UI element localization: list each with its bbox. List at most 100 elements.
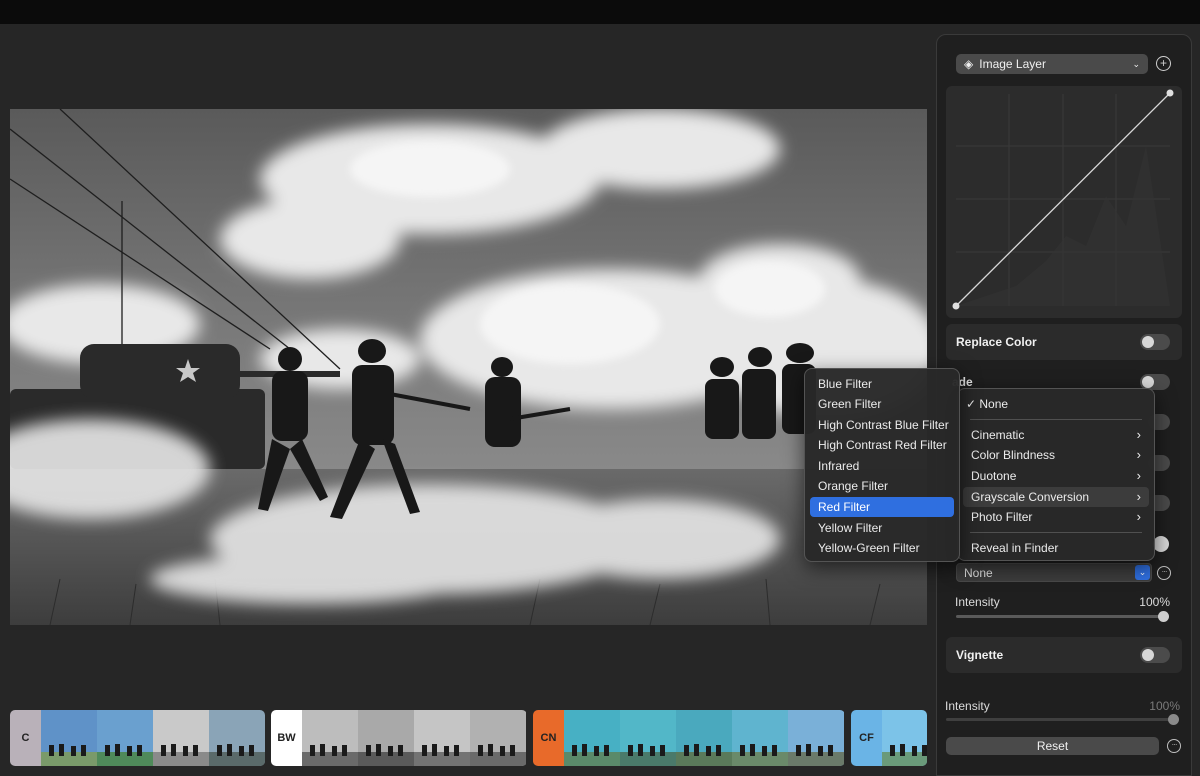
chevron-right-icon: › <box>1136 489 1141 504</box>
intensity-row-2: Intensity 100% <box>945 699 1180 713</box>
preset-group-c[interactable]: C <box>10 710 265 766</box>
submenu-item-high-contrast-blue-filter[interactable]: High Contrast Blue Filter <box>810 415 954 435</box>
submenu-item-infrared[interactable]: Infrared <box>810 456 954 476</box>
vignette-toggle[interactable] <box>1140 647 1170 663</box>
photo-image <box>10 109 927 625</box>
preset-thumbnail[interactable] <box>414 710 470 766</box>
layer-select-label: Image Layer <box>979 57 1046 71</box>
slider-knob[interactable] <box>1158 611 1169 622</box>
thumbnail-figures <box>364 742 408 756</box>
chevron-right-icon: › <box>1136 427 1141 442</box>
thumbnail-figures <box>682 742 726 756</box>
reset-more-button[interactable]: ··· <box>1167 739 1181 753</box>
thumbnail-figures <box>476 742 520 756</box>
menu-item-none[interactable]: ✓ None <box>963 394 1149 414</box>
chevron-right-icon: › <box>1136 468 1141 483</box>
add-layer-button[interactable]: + <box>1156 56 1171 71</box>
preset-thumbnail[interactable] <box>882 710 927 766</box>
preset-group-cn[interactable]: CN <box>533 710 845 766</box>
menu-item-grayscale-conversion[interactable]: Grayscale Conversion › <box>963 487 1149 507</box>
preset-thumbnail[interactable] <box>620 710 676 766</box>
menu-separator <box>970 532 1142 533</box>
menu-item-reveal-in-finder[interactable]: Reveal in Finder <box>963 538 1149 558</box>
preset-thumbnail[interactable] <box>470 710 526 766</box>
curves-graph <box>952 89 1174 310</box>
lut-select[interactable]: None ⌄ <box>956 563 1152 582</box>
chevron-down-icon: ⌄ <box>1135 565 1150 580</box>
submenu-item-high-contrast-red-filter[interactable]: High Contrast Red Filter <box>810 435 954 455</box>
preset-thumbnail[interactable] <box>788 710 844 766</box>
menu-item-label: Photo Filter <box>971 510 1033 524</box>
thumbnail-figures <box>215 742 259 756</box>
submenu-item-yellow-green-filter[interactable]: Yellow-Green Filter <box>810 538 954 558</box>
curve-point-end[interactable] <box>1166 89 1174 97</box>
curves-editor[interactable] <box>946 86 1182 318</box>
submenu-item-red-filter[interactable]: Red Filter <box>810 497 954 517</box>
slider-knob-2[interactable] <box>1168 714 1179 725</box>
preset-thumbnail[interactable] <box>41 710 97 766</box>
preset-thumbnail[interactable] <box>564 710 620 766</box>
menu-item-label: Color Blindness <box>971 448 1056 462</box>
lut-select-value: None <box>964 566 993 580</box>
preset-tag: CN <box>533 710 564 766</box>
thumbnail-figures <box>47 742 91 756</box>
chevron-down-icon: ⌄ <box>1132 58 1140 69</box>
vignette-label: Vignette <box>956 648 1004 662</box>
layer-select[interactable]: ◈ Image Layer ⌄ <box>956 54 1148 74</box>
menu-item-label: Reveal in Finder <box>971 541 1059 555</box>
intensity-value-2: 100% <box>1149 699 1180 713</box>
menu-item-photo-filter[interactable]: Photo Filter › <box>963 507 1149 527</box>
intensity-value: 100% <box>1139 595 1170 609</box>
intensity-label: Intensity <box>955 595 1000 609</box>
preset-tag: C <box>10 710 41 766</box>
vignette-section: Vignette <box>946 637 1182 673</box>
menu-item-label: Grayscale Conversion <box>971 490 1090 504</box>
replace-color-section: Replace Color <box>946 324 1182 360</box>
intensity-slider[interactable] <box>956 611 1169 622</box>
curve-point-start[interactable] <box>952 302 960 310</box>
window-titlebar <box>0 0 1200 24</box>
preset-thumbnail[interactable] <box>302 710 358 766</box>
lut-more-button[interactable]: ··· <box>1157 566 1171 580</box>
preset-tag: CF <box>851 710 882 766</box>
thumbnail-figures <box>420 742 464 756</box>
preset-tag: BW <box>271 710 302 766</box>
menu-item-color-blindness[interactable]: Color Blindness › <box>963 445 1149 465</box>
thumbnail-figures <box>308 742 352 756</box>
submenu-item-blue-filter[interactable]: Blue Filter <box>810 374 954 394</box>
thumbnail-figures <box>794 742 838 756</box>
chevron-right-icon: › <box>1136 447 1141 462</box>
preset-thumbnail[interactable] <box>676 710 732 766</box>
thumbnail-figures <box>888 742 927 756</box>
preset-group-bw[interactable]: BW <box>271 710 527 766</box>
thumbnail-figures <box>103 742 147 756</box>
menu-item-label: None <box>979 397 1009 411</box>
preset-thumbnail[interactable] <box>153 710 209 766</box>
menu-item-label: Duotone <box>971 469 1017 483</box>
menu-item-cinematic[interactable]: Cinematic › <box>963 425 1149 445</box>
menu-item-label: Cinematic <box>971 428 1025 442</box>
thumbnail-figures <box>159 742 203 756</box>
submenu-item-yellow-filter[interactable]: Yellow Filter <box>810 518 954 538</box>
reset-button[interactable]: Reset <box>946 737 1159 755</box>
lut-menu: ✓ None Cinematic › Color Blindness › Duoto… <box>957 388 1155 561</box>
checkmark-icon: ✓ <box>966 397 980 411</box>
preset-group-cf[interactable]: CF <box>851 710 927 766</box>
thumbnail-figures <box>626 742 670 756</box>
toggle-hidden-knob[interactable] <box>1153 536 1169 552</box>
preset-thumbnail[interactable] <box>209 710 265 766</box>
intensity-slider-2[interactable] <box>946 714 1179 725</box>
preset-thumbnail[interactable] <box>358 710 414 766</box>
submenu-item-green-filter[interactable]: Green Filter <box>810 394 954 414</box>
chevron-right-icon: › <box>1136 509 1141 524</box>
replace-color-toggle[interactable] <box>1140 334 1170 350</box>
submenu-item-orange-filter[interactable]: Orange Filter <box>810 476 954 496</box>
preset-thumbnail[interactable] <box>97 710 153 766</box>
intensity-label-2: Intensity <box>945 699 990 713</box>
thumbnail-figures <box>738 742 782 756</box>
menu-separator <box>970 419 1142 420</box>
preset-thumbnail[interactable] <box>732 710 788 766</box>
menu-item-duotone[interactable]: Duotone › <box>963 466 1149 486</box>
layers-icon: ◈ <box>964 57 974 71</box>
photo-preview[interactable] <box>10 109 927 625</box>
